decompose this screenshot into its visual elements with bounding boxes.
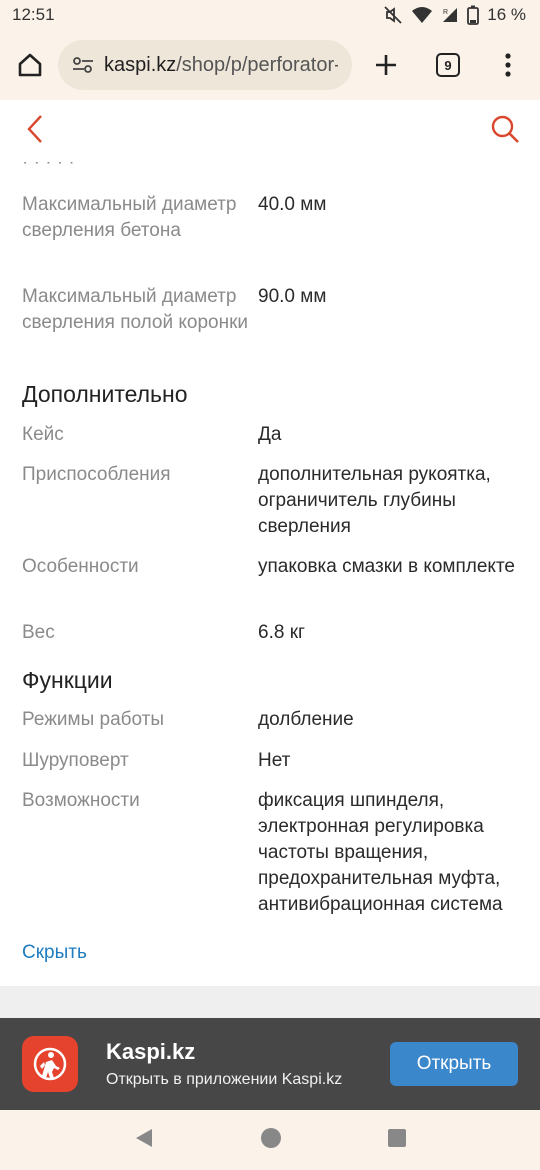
- page-header: [0, 100, 540, 162]
- spec-value: упаковка смазки в комплекте: [258, 556, 516, 577]
- nav-home-button[interactable]: [260, 1127, 282, 1154]
- wifi-icon: [412, 7, 433, 23]
- status-icons: R 16 %: [383, 5, 526, 25]
- hide-specs-link[interactable]: Скрыть: [22, 942, 87, 964]
- banner-subtitle: Открыть в приложении Kaspi.kz: [106, 1071, 343, 1088]
- home-button[interactable]: [12, 47, 48, 83]
- url-path: /shop/p/perforator-: [176, 53, 338, 76]
- nav-recents-button[interactable]: [387, 1128, 407, 1153]
- spec-row: Режимы работы долбление: [22, 707, 522, 733]
- browser-toolbar: kaspi.kz/shop/p/perforator- 9: [0, 30, 540, 100]
- spec-value: Нет: [258, 750, 291, 771]
- spec-value: Да: [258, 424, 282, 445]
- open-app-button[interactable]: Открыть: [390, 1042, 518, 1086]
- spec-row: Возможности фиксация шпинделя, электронн…: [22, 788, 522, 918]
- spec-value: долбление: [258, 709, 354, 730]
- status-bar: 12:51 R 16 %: [0, 0, 540, 30]
- url-host: kaspi.kz: [104, 53, 177, 76]
- spec-row: Вес 6.8 кг: [22, 620, 522, 646]
- spec-value: 40.0 мм: [258, 194, 327, 215]
- section-divider: [0, 986, 540, 1018]
- tab-count: 9: [436, 53, 460, 77]
- search-button[interactable]: [490, 114, 520, 149]
- plus-icon: [376, 55, 396, 75]
- spec-label: Вес: [22, 622, 55, 643]
- spec-value: дополнительная рукоятка, ограничитель гл…: [258, 464, 491, 537]
- spec-label: Максимальный диаметр сверления бетона: [22, 194, 237, 241]
- spec-value: фиксация шпинделя, электронная регулиров…: [258, 790, 503, 915]
- section-title-additional: Дополнительно: [22, 381, 188, 407]
- app-name: Kaspi.kz: [106, 1039, 196, 1064]
- circle-home-icon: [260, 1127, 281, 1148]
- search-icon: [491, 115, 519, 143]
- spec-label: Кейс: [22, 424, 64, 445]
- spec-label: Особенности: [22, 556, 139, 577]
- spec-label: Максимальный диаметр сверления полой кор…: [22, 286, 249, 333]
- svg-text:R: R: [443, 9, 448, 16]
- signal-icon: R: [443, 8, 458, 22]
- system-nav-bar: [0, 1110, 540, 1170]
- banner-text: Kaspi.kz Открыть в приложении Kaspi.kz: [106, 1039, 390, 1089]
- spec-row: Приспособления дополнительная рукоятка, …: [22, 462, 522, 540]
- battery-icon: [467, 5, 480, 25]
- spec-value: 90.0 мм: [258, 286, 327, 307]
- spec-row: Особенности упаковка смазки в комплекте: [22, 554, 522, 580]
- clipped-row-text: · · · · ·: [22, 162, 75, 173]
- address-bar[interactable]: kaspi.kz/shop/p/perforator-: [58, 40, 352, 90]
- chevron-left-icon: [27, 114, 42, 143]
- back-button[interactable]: [26, 114, 44, 149]
- more-vert-icon: [505, 53, 511, 77]
- spec-row: Максимальный диаметр сверления бетона 40…: [22, 192, 522, 244]
- triangle-back-icon: [135, 1128, 152, 1147]
- site-settings-icon[interactable]: [72, 56, 94, 74]
- url-text: kaspi.kz/shop/p/perforator-: [104, 54, 338, 77]
- spec-row: Кейс Да: [22, 422, 522, 448]
- browser-menu-button[interactable]: [488, 45, 528, 85]
- spec-label: Приспособления: [22, 464, 171, 485]
- new-tab-button[interactable]: [366, 45, 406, 85]
- home-icon: [18, 53, 42, 77]
- nav-back-button[interactable]: [133, 1127, 155, 1154]
- status-time: 12:51: [12, 5, 55, 24]
- spec-label: Режимы работы: [22, 709, 165, 730]
- spec-row: Шуруповерт Нет: [22, 748, 522, 774]
- section-title-functions: Функции: [22, 667, 113, 693]
- tab-switcher-button[interactable]: 9: [428, 45, 468, 85]
- battery-percent: 16 %: [487, 5, 526, 24]
- spec-label: Возможности: [22, 790, 140, 811]
- mute-icon: [384, 6, 402, 24]
- square-recents-icon: [388, 1128, 407, 1147]
- spec-value: 6.8 кг: [258, 622, 305, 643]
- spec-row: Максимальный диаметр сверления полой кор…: [22, 284, 522, 336]
- kaspi-logo-icon: [22, 1036, 78, 1092]
- specifications-section: · · · · · Максимальный диаметр сверления…: [0, 162, 540, 986]
- open-in-app-banner: Kaspi.kz Открыть в приложении Kaspi.kz О…: [0, 1018, 540, 1110]
- spec-label: Шуруповерт: [22, 750, 129, 771]
